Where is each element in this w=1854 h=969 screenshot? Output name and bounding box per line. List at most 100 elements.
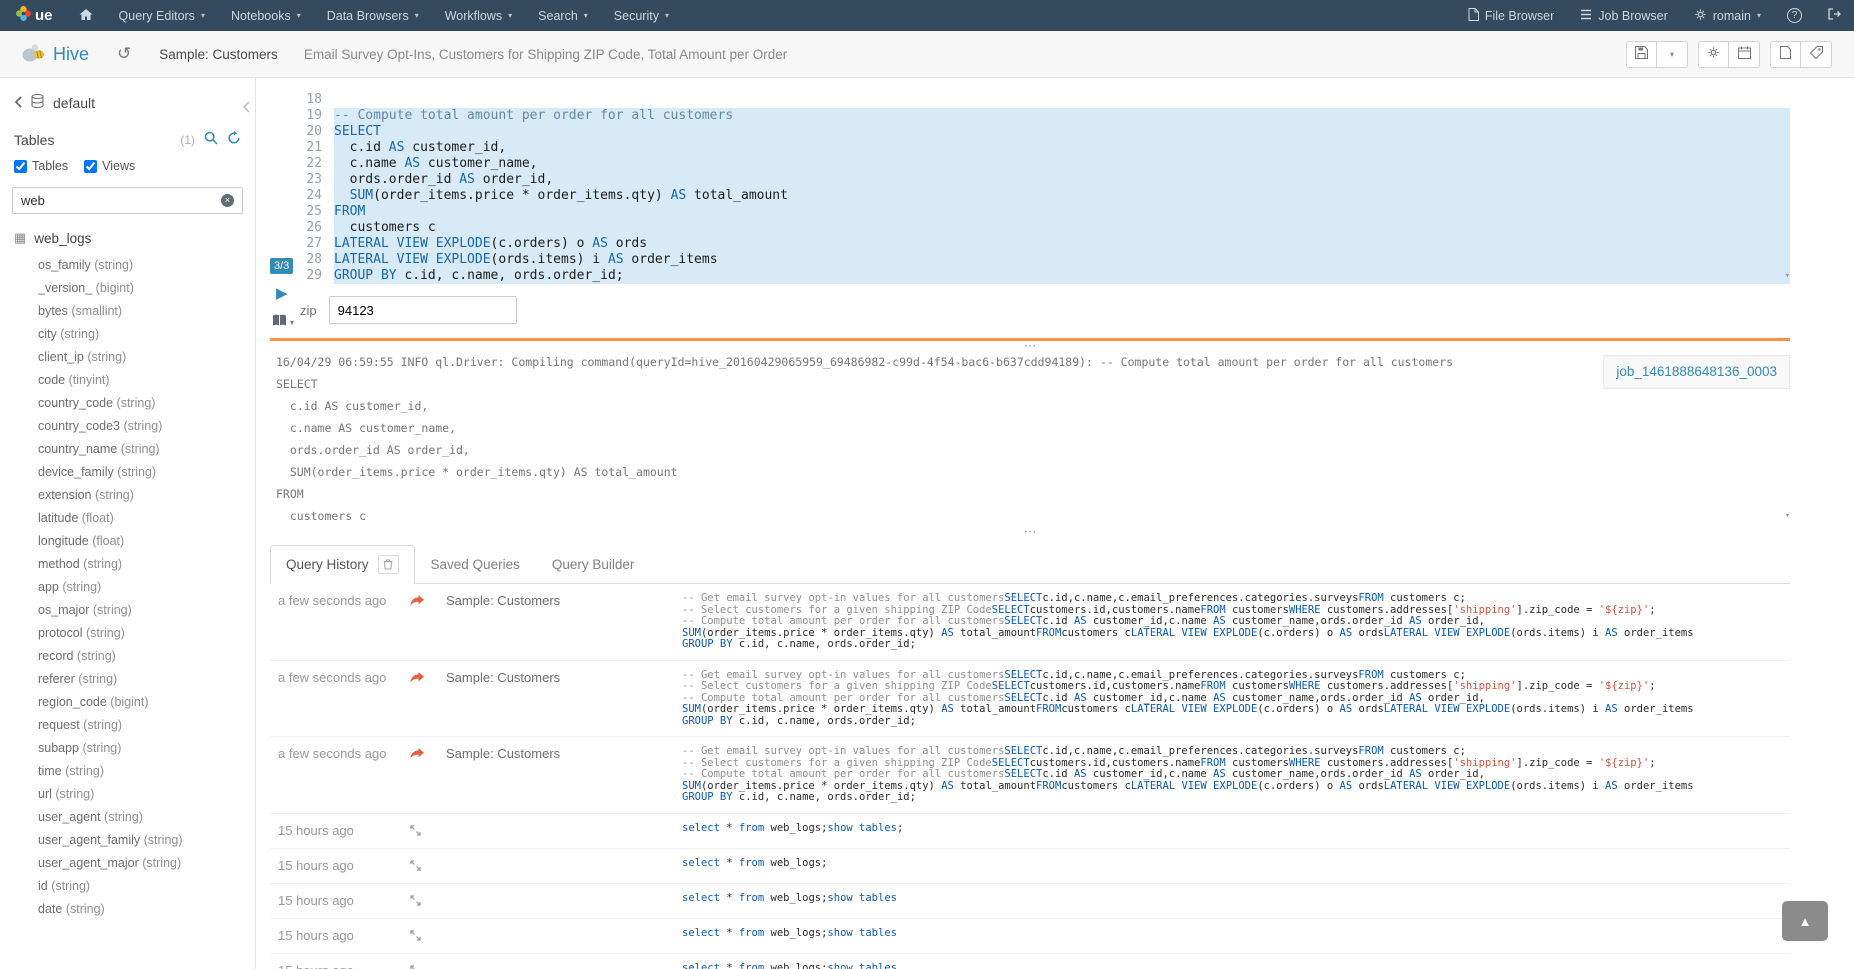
variable-input[interactable]: [329, 296, 517, 324]
new-query-button[interactable]: [1770, 41, 1801, 68]
column-item[interactable]: record (string): [38, 645, 255, 668]
scrollbar-down-icon[interactable]: ▾: [1785, 268, 1790, 284]
scrollbar-down-icon[interactable]: ▾: [1785, 505, 1790, 527]
history-row[interactable]: 15 hours agoselect * from web_logs;show …: [270, 919, 1790, 954]
history-row[interactable]: 15 hours agoselect * from web_logs;show …: [270, 814, 1790, 849]
history-query-text[interactable]: select * from web_logs;: [682, 858, 1790, 874]
editor-line[interactable]: 18: [300, 92, 1790, 108]
column-item[interactable]: url (string): [38, 783, 255, 806]
column-item[interactable]: id (string): [38, 875, 255, 898]
assist-docs-button[interactable]: ▾: [272, 314, 294, 330]
scroll-to-top-button[interactable]: ▲: [1782, 901, 1828, 941]
column-item[interactable]: subapp (string): [38, 737, 255, 760]
column-item[interactable]: method (string): [38, 553, 255, 576]
column-item[interactable]: country_name (string): [38, 438, 255, 461]
tables-checkbox[interactable]: [14, 160, 27, 173]
tab-saved-queries[interactable]: Saved Queries: [415, 545, 536, 584]
history-query-text[interactable]: -- Get email survey opt-in values for al…: [682, 746, 1790, 804]
editor-line[interactable]: 22 c.name AS customer_name,: [300, 156, 1790, 172]
editor-line[interactable]: 29GROUP BY c.id, c.name, ords.order_id;: [300, 268, 1790, 284]
history-row[interactable]: 15 hours agoselect * from web_logs;: [270, 849, 1790, 884]
history-query-text[interactable]: -- Get email survey opt-in values for al…: [682, 593, 1790, 651]
expand-arrows-icon[interactable]: [410, 894, 421, 909]
column-item[interactable]: app (string): [38, 576, 255, 599]
column-item[interactable]: referer (string): [38, 668, 255, 691]
column-item[interactable]: extension (string): [38, 484, 255, 507]
column-item[interactable]: longitude (float): [38, 530, 255, 553]
history-row[interactable]: 15 hours agoselect * from web_logs;show …: [270, 884, 1790, 919]
history-row[interactable]: 15 hours agoselect * from web_logs;show …: [270, 954, 1790, 969]
schedule-button[interactable]: [1729, 41, 1760, 68]
history-query-text[interactable]: select * from web_logs;show tables;: [682, 823, 1790, 839]
expand-arrows-icon[interactable]: [410, 824, 421, 839]
resize-grip[interactable]: ⋯: [270, 341, 1790, 351]
views-checkbox[interactable]: [84, 160, 97, 173]
share-arrow-icon[interactable]: [410, 671, 424, 686]
column-item[interactable]: os_family (string): [38, 254, 255, 277]
resize-grip[interactable]: ⋯: [270, 527, 1790, 537]
column-item[interactable]: date (string): [38, 898, 255, 921]
column-item[interactable]: _version_ (bigint): [38, 277, 255, 300]
share-arrow-icon[interactable]: [410, 594, 424, 609]
save-button[interactable]: [1626, 41, 1657, 68]
column-item[interactable]: bytes (smallint): [38, 300, 255, 323]
job-link[interactable]: job_1461888648136_0003: [1616, 364, 1777, 379]
filter-views[interactable]: Views: [84, 159, 135, 173]
column-item[interactable]: user_agent_major (string): [38, 852, 255, 875]
column-item[interactable]: user_agent_family (string): [38, 829, 255, 852]
history-row[interactable]: a few seconds agoSample: Customers-- Get…: [270, 737, 1790, 814]
column-item[interactable]: country_code3 (string): [38, 415, 255, 438]
expand-arrows-icon[interactable]: [410, 859, 421, 874]
collapse-sidebar-icon[interactable]: [242, 100, 250, 116]
clear-history-icon[interactable]: [378, 555, 399, 574]
filter-tables[interactable]: Tables: [14, 159, 68, 173]
back-chevron-icon[interactable]: [14, 95, 22, 111]
job-browser-link[interactable]: Job Browser: [1567, 0, 1680, 31]
sql-editor[interactable]: 18 19-- Compute total amount per order f…: [300, 92, 1790, 284]
column-item[interactable]: request (string): [38, 714, 255, 737]
home-button[interactable]: [66, 0, 106, 31]
editor-line[interactable]: 19-- Compute total amount per order for …: [300, 108, 1790, 124]
history-query-text[interactable]: select * from web_logs;show tables: [682, 893, 1790, 909]
execute-button[interactable]: ▶: [276, 284, 288, 302]
column-item[interactable]: protocol (string): [38, 622, 255, 645]
column-item[interactable]: os_major (string): [38, 599, 255, 622]
history-row[interactable]: a few seconds agoSample: Customers-- Get…: [270, 661, 1790, 738]
file-browser-link[interactable]: File Browser: [1455, 0, 1567, 31]
column-item[interactable]: city (string): [38, 323, 255, 346]
nav-menu-query-editors[interactable]: Query Editors▾: [106, 0, 218, 31]
column-item[interactable]: code (tinyint): [38, 369, 255, 392]
expand-arrows-icon[interactable]: [410, 929, 421, 944]
nav-menu-notebooks[interactable]: Notebooks▾: [218, 0, 314, 31]
help-button[interactable]: ?: [1774, 0, 1815, 31]
editor-line[interactable]: 28LATERAL VIEW EXPLODE(ords.items) i AS …: [300, 252, 1790, 268]
hue-logo[interactable]: ue: [0, 0, 66, 31]
clear-search-icon[interactable]: ×: [221, 194, 234, 207]
logout-button[interactable]: [1815, 0, 1854, 31]
database-name[interactable]: default: [53, 95, 95, 111]
table-search-input[interactable]: [12, 187, 243, 214]
refresh-icon[interactable]: [227, 131, 241, 148]
editor-line[interactable]: 24 SUM(order_items.price * order_items.q…: [300, 188, 1790, 204]
history-row[interactable]: a few seconds agoSample: Customers-- Get…: [270, 584, 1790, 661]
column-item[interactable]: client_ip (string): [38, 346, 255, 369]
column-item[interactable]: device_family (string): [38, 461, 255, 484]
settings-button[interactable]: [1698, 41, 1729, 68]
history-query-text[interactable]: select * from web_logs;show tables: [682, 928, 1790, 944]
history-query-text[interactable]: select * from web_logs;show tables: [682, 963, 1790, 969]
nav-menu-security[interactable]: Security▾: [601, 0, 682, 31]
save-dropdown-button[interactable]: ▾: [1657, 41, 1688, 68]
user-menu[interactable]: romain ▾: [1681, 0, 1774, 31]
column-item[interactable]: region_code (bigint): [38, 691, 255, 714]
editor-line[interactable]: 26 customers c: [300, 220, 1790, 236]
query-history-icon[interactable]: ↺: [117, 44, 131, 64]
nav-menu-workflows[interactable]: Workflows▾: [432, 0, 525, 31]
tab-query-history[interactable]: Query History: [270, 545, 415, 584]
nav-menu-data-browsers[interactable]: Data Browsers▾: [314, 0, 432, 31]
editor-line[interactable]: 25FROM: [300, 204, 1790, 220]
editor-line[interactable]: 23 ords.order_id AS order_id,: [300, 172, 1790, 188]
editor-line[interactable]: 27LATERAL VIEW EXPLODE(c.orders) o AS or…: [300, 236, 1790, 252]
editor-line[interactable]: 21 c.id AS customer_id,: [300, 140, 1790, 156]
share-arrow-icon[interactable]: [410, 747, 424, 762]
expand-arrows-icon[interactable]: [410, 964, 421, 969]
